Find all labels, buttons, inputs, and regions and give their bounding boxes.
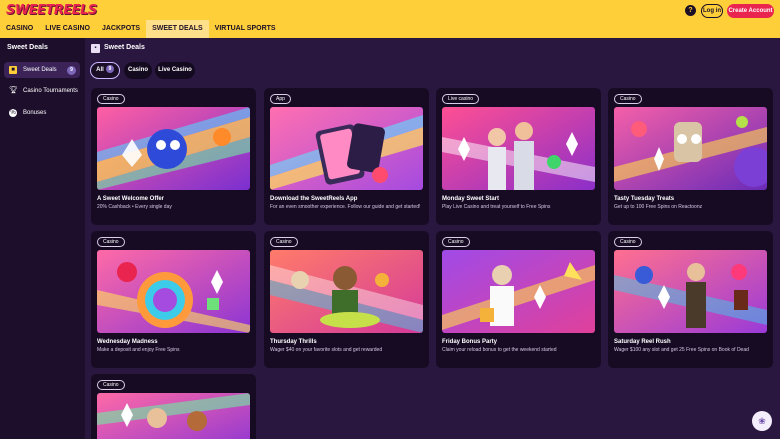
deal-image bbox=[442, 107, 595, 190]
trophy-icon: 🏆︎ bbox=[9, 87, 18, 94]
nav-casino[interactable]: CASINO bbox=[0, 20, 39, 38]
deal-card[interactable]: Casino A Sweet Welcome Offer 20% Cashbac… bbox=[91, 88, 256, 225]
deal-card[interactable]: Casino Saturday Reel Rush Wager $100 any… bbox=[608, 231, 773, 368]
main-nav: CASINO LIVE CASINO JACKPOTS SWEET DEALS … bbox=[0, 20, 282, 38]
category-tag: Casino bbox=[614, 237, 642, 247]
category-tag: Casino bbox=[442, 237, 470, 247]
nav-virtual-sports[interactable]: VIRTUAL SPORTS bbox=[209, 20, 282, 38]
sidebar-item-label: Sweet Deals bbox=[23, 67, 57, 73]
filter-label: Casino bbox=[127, 67, 148, 73]
deal-title: Tasty Tuesday Treats bbox=[614, 196, 675, 202]
deal-card[interactable]: Live casino Monday Sweet Start Play Live… bbox=[436, 88, 601, 225]
nav-live-casino[interactable]: LIVE CASINO bbox=[39, 20, 96, 38]
deal-title: Thursday Thrills bbox=[270, 339, 317, 345]
deal-image bbox=[97, 107, 250, 190]
category-tag: Casino bbox=[614, 94, 642, 104]
deal-description: Wager $100 any slot and get 25 Free Spin… bbox=[614, 347, 749, 353]
sidebar-item-bonuses[interactable]: % Bonuses bbox=[4, 105, 80, 121]
deal-description: Make a deposit and enjoy Free Spins bbox=[97, 347, 180, 353]
deal-title: Download the SweetReels App bbox=[270, 196, 358, 202]
sidebar-title: Sweet Deals bbox=[7, 44, 48, 51]
filter-casino[interactable]: Casino bbox=[124, 62, 152, 79]
deal-card[interactable]: Casino bbox=[91, 374, 256, 439]
sidebar-item-label: Casino Tournaments bbox=[23, 88, 78, 94]
deal-image bbox=[442, 250, 595, 333]
deal-image bbox=[97, 393, 250, 439]
login-button[interactable]: Log in bbox=[701, 4, 723, 18]
count-badge: 9 bbox=[67, 66, 76, 75]
deal-title: Wednesday Madness bbox=[97, 339, 158, 345]
category-tag: Casino bbox=[97, 94, 125, 104]
create-account-button[interactable]: Create Account bbox=[727, 4, 774, 18]
deal-title: Saturday Reel Rush bbox=[614, 339, 671, 345]
deal-title: Monday Sweet Start bbox=[442, 196, 500, 202]
deal-card[interactable]: Casino Thursday Thrills Wager $40 on you… bbox=[264, 231, 429, 368]
help-button[interactable]: ? bbox=[685, 5, 696, 16]
deal-card[interactable]: App Download the SweetReels App For an e… bbox=[264, 88, 429, 225]
deal-card[interactable]: Casino Wednesday Madness Make a deposit … bbox=[91, 231, 256, 368]
chat-support-button[interactable]: ❀ bbox=[752, 411, 772, 431]
deal-title: A Sweet Welcome Offer bbox=[97, 196, 165, 202]
filter-count-badge: 9 bbox=[105, 65, 114, 73]
sidebar: Sweet Deals ■ Sweet Deals 9 🏆︎ Casino To… bbox=[0, 38, 85, 439]
deal-image bbox=[270, 250, 423, 333]
filter-all[interactable]: All 9 bbox=[90, 62, 120, 79]
deal-description: Wager $40 on your favorite slots and get… bbox=[270, 347, 383, 353]
deal-title: Friday Bonus Party bbox=[442, 339, 498, 345]
deal-description: Play Live Casino and treat yourself to F… bbox=[442, 204, 551, 210]
page-title: Sweet Deals bbox=[104, 44, 145, 51]
deal-card[interactable]: Casino Tasty Tuesday Treats Get up to 10… bbox=[608, 88, 773, 225]
deal-image bbox=[614, 250, 767, 333]
top-bar: SWEETREELS CASINO LIVE CASINO JACKPOTS S… bbox=[0, 0, 780, 38]
sidebar-item-sweet-deals[interactable]: ■ Sweet Deals 9 bbox=[4, 62, 80, 78]
logo[interactable]: SWEETREELS bbox=[6, 3, 97, 18]
filter-label: Live Casino bbox=[158, 67, 192, 73]
nav-sweet-deals[interactable]: SWEET DEALS bbox=[146, 20, 209, 38]
deal-card[interactable]: Casino Friday Bonus Party Claim your rel… bbox=[436, 231, 601, 368]
deal-description: Claim your reload bonus to get the weeke… bbox=[442, 347, 557, 353]
category-tag: Casino bbox=[97, 380, 125, 390]
deal-description: 20% Cashback • Every single day bbox=[97, 204, 172, 210]
category-tag: Live casino bbox=[442, 94, 480, 104]
deal-image bbox=[614, 107, 767, 190]
bonus-icon: % bbox=[9, 109, 17, 117]
deal-description: For an even smoother experience. Follow … bbox=[270, 204, 421, 210]
chat-icon: ❀ bbox=[758, 416, 766, 426]
category-tag: Casino bbox=[270, 237, 298, 247]
filter-label: All bbox=[96, 67, 104, 73]
deal-image bbox=[97, 250, 250, 333]
deal-description: Get up to 100 Free Spins on Reactoonz bbox=[614, 204, 703, 210]
nav-jackpots[interactable]: JACKPOTS bbox=[96, 20, 146, 38]
category-tag: App bbox=[270, 94, 291, 104]
sidebar-item-label: Bonuses bbox=[23, 110, 47, 116]
gift-icon: ■ bbox=[9, 66, 17, 74]
filter-live-casino[interactable]: Live Casino bbox=[155, 62, 195, 79]
deal-image bbox=[270, 107, 423, 190]
category-tag: Casino bbox=[97, 237, 125, 247]
gift-icon: ▪ bbox=[91, 44, 100, 53]
sidebar-item-casino-tournaments[interactable]: 🏆︎ Casino Tournaments bbox=[4, 83, 80, 99]
